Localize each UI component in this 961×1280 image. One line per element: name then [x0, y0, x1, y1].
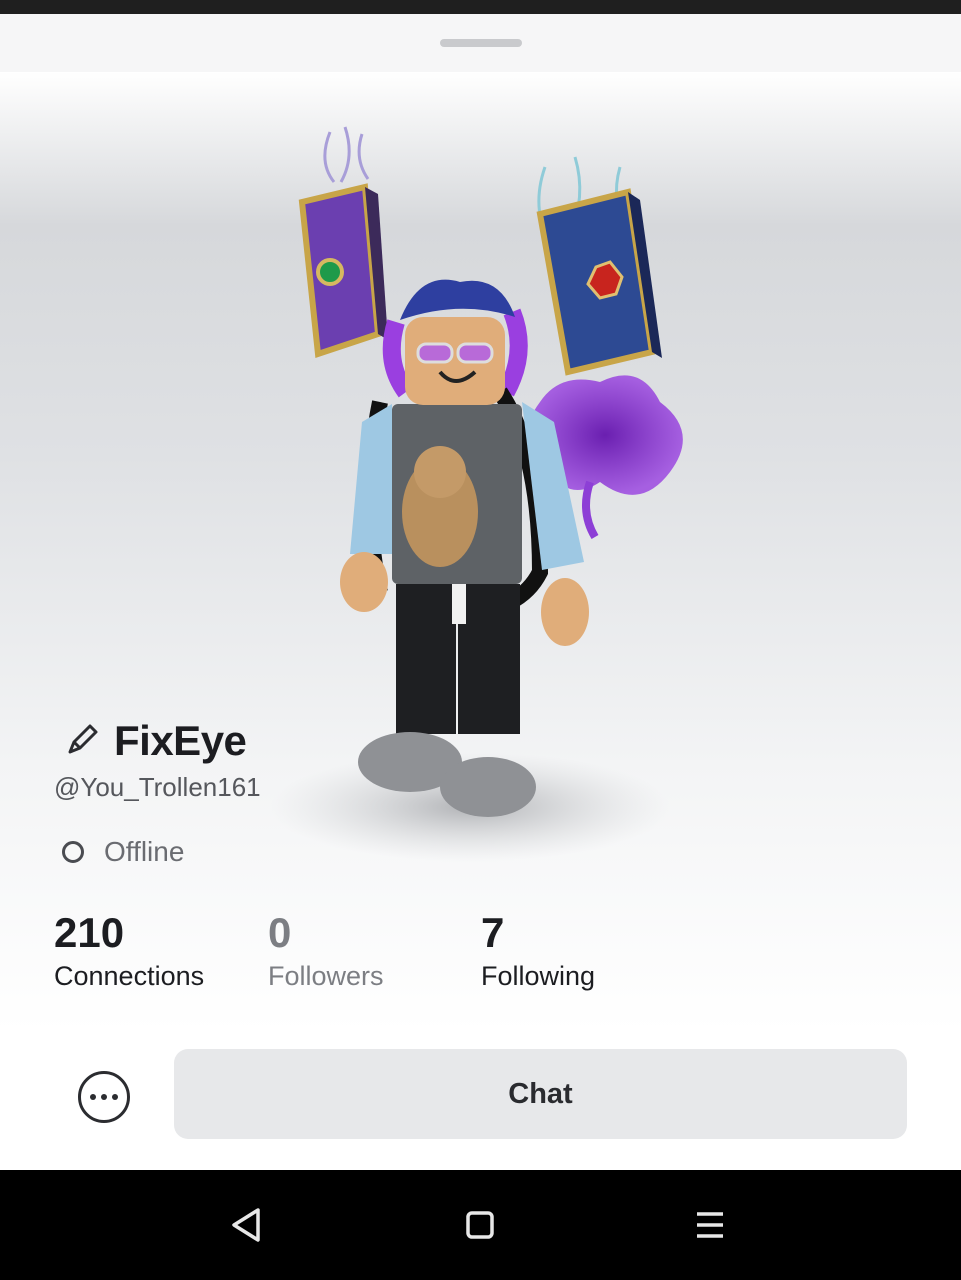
avatar-left-leg	[396, 584, 456, 734]
presence-label: Offline	[104, 836, 185, 867]
more-options-button[interactable]	[78, 1071, 130, 1123]
stat-connections[interactable]: 210 Connections	[54, 909, 204, 992]
back-triangle-icon[interactable]	[222, 1200, 272, 1250]
system-navigation-bar	[0, 1170, 961, 1280]
more-options-icon	[112, 1094, 118, 1100]
avatar-right-leg	[458, 584, 520, 734]
chat-button[interactable]: Chat	[174, 1049, 907, 1139]
avatar-right-shoe	[440, 757, 536, 817]
display-name: FixEye	[114, 717, 247, 764]
avatar-left-arm	[350, 404, 392, 554]
offline-status-icon	[62, 841, 84, 863]
stat-value: 0	[268, 909, 292, 956]
avatar-illustration	[270, 126, 683, 862]
profile-sheet: FixEye @You_Trollen161 Offline 210 Conne…	[0, 14, 961, 1170]
avatar-hair	[400, 279, 515, 320]
purple-spellbook	[298, 126, 388, 359]
stat-value: 7	[481, 909, 505, 956]
stat-followers[interactable]: 0 Followers	[268, 909, 384, 992]
status-bar	[0, 0, 961, 14]
avatar-preview[interactable]	[0, 72, 961, 1032]
presence-status: Offline	[62, 836, 184, 868]
stat-value: 210	[54, 909, 125, 956]
pencil-icon[interactable]	[64, 722, 102, 760]
stat-label: Followers	[268, 961, 384, 991]
stat-label: Following	[481, 961, 596, 991]
more-options-icon	[90, 1094, 96, 1100]
sheet-header	[0, 14, 961, 72]
menu-lines-icon[interactable]	[685, 1200, 735, 1250]
stat-label: Connections	[54, 961, 205, 991]
home-square-icon[interactable]	[455, 1200, 505, 1250]
more-options-icon	[101, 1094, 107, 1100]
display-name-row: FixEye	[64, 716, 247, 766]
username: @You_Trollen161	[54, 772, 261, 802]
stat-following[interactable]: 7 Following	[481, 909, 595, 992]
sheet-drag-handle[interactable]	[440, 39, 522, 47]
